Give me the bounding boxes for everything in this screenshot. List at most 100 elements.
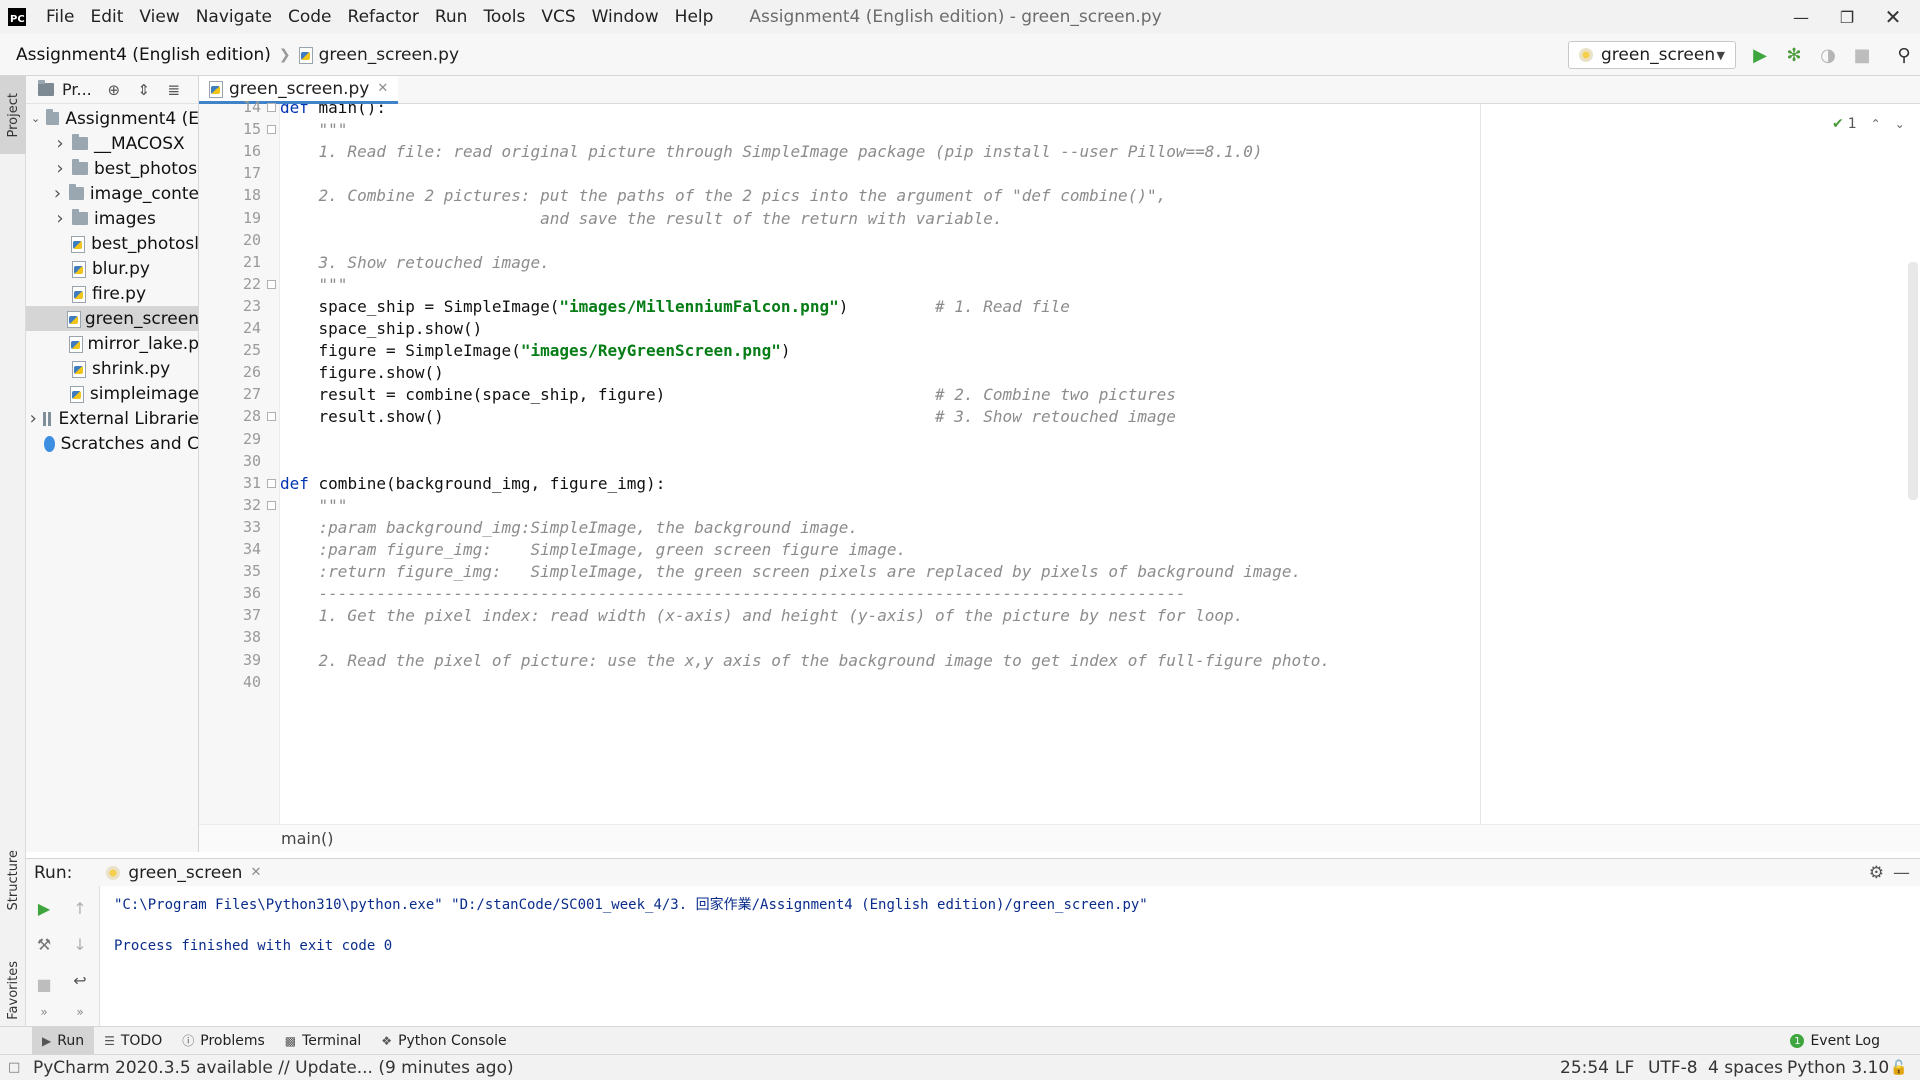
menu-code[interactable]: Code bbox=[280, 7, 340, 27]
lock-icon[interactable]: 🔓 bbox=[1890, 1055, 1907, 1081]
status-message[interactable]: PyCharm 2020.3.5 available // Update... … bbox=[33, 1058, 514, 1078]
minimize-button[interactable]: — bbox=[1778, 0, 1824, 34]
menu-edit[interactable]: Edit bbox=[82, 7, 131, 27]
breadcrumb-file[interactable]: green_screen.py bbox=[319, 45, 459, 65]
tree-item[interactable]: mirror_lake.p bbox=[26, 331, 198, 356]
python-icon bbox=[1579, 48, 1593, 62]
line-separator[interactable]: LF bbox=[1615, 1055, 1634, 1081]
tool-tab-todo[interactable]: ☰ TODO bbox=[94, 1027, 172, 1055]
expand-all-icon[interactable]: ⇕ bbox=[136, 81, 152, 99]
chevron-right-icon[interactable]: › bbox=[54, 158, 66, 179]
project-view-selector[interactable]: Pr... bbox=[62, 80, 92, 99]
soft-wrap-icon[interactable]: ↩ bbox=[70, 970, 90, 990]
run-console[interactable]: "C:\Program Files\Python310\python.exe" … bbox=[100, 886, 1920, 1026]
tree-item[interactable]: fire.py bbox=[26, 281, 198, 306]
coverage-icon[interactable]: ◑ bbox=[1818, 45, 1838, 66]
chevron-up-icon[interactable]: ⌃ bbox=[1871, 117, 1881, 131]
caret-position[interactable]: 25:54 bbox=[1560, 1055, 1609, 1081]
chevron-down-icon[interactable]: ⌄ bbox=[1895, 117, 1905, 131]
menu-view[interactable]: View bbox=[131, 7, 187, 27]
indent-setting[interactable]: 4 spaces bbox=[1708, 1055, 1783, 1081]
chevron-right-icon[interactable]: › bbox=[54, 133, 66, 154]
tree-item[interactable]: shrink.py bbox=[26, 356, 198, 381]
tree-item[interactable]: best_photosl bbox=[26, 231, 198, 256]
menu-vcs[interactable]: VCS bbox=[533, 7, 583, 27]
tool-tab-terminal[interactable]: ▩ Terminal bbox=[275, 1027, 372, 1055]
chevron-right-icon[interactable]: › bbox=[52, 183, 63, 204]
more-actions-icon[interactable]: » bbox=[70, 1002, 90, 1022]
tree-item[interactable]: › External Librarie bbox=[26, 406, 198, 431]
tree-item[interactable]: › images bbox=[26, 206, 198, 231]
menu-navigate[interactable]: Navigate bbox=[188, 7, 280, 27]
tool-tab-python-console[interactable]: ❖ Python Console bbox=[371, 1027, 516, 1055]
menu-file[interactable]: File bbox=[38, 7, 82, 27]
fold-marker-icon[interactable] bbox=[267, 279, 276, 289]
file-encoding[interactable]: UTF-8 bbox=[1648, 1055, 1698, 1081]
line-number: 23 bbox=[242, 296, 261, 315]
settings-gear-icon[interactable]: ⚙ bbox=[1869, 863, 1884, 883]
tool-tab-run[interactable]: ▶ Run bbox=[32, 1026, 95, 1055]
tree-item[interactable]: › best_photos bbox=[26, 156, 198, 181]
chevron-right-icon[interactable]: › bbox=[30, 408, 37, 429]
python-file-icon bbox=[72, 260, 86, 278]
rerun-icon[interactable]: ▶ bbox=[34, 898, 54, 918]
search-icon[interactable]: ⚲ bbox=[1894, 45, 1914, 66]
close-window-button[interactable]: ✕ bbox=[1870, 0, 1916, 34]
tree-item[interactable]: blur.py bbox=[26, 256, 198, 281]
python-interpreter[interactable]: Python 3.10 bbox=[1787, 1055, 1889, 1081]
breadcrumb-function[interactable]: main() bbox=[281, 829, 333, 848]
tree-item[interactable]: green_screen bbox=[26, 306, 198, 331]
menu-refactor[interactable]: Refactor bbox=[340, 7, 427, 27]
run-icon[interactable]: ▶ bbox=[1750, 45, 1770, 66]
toggle-tool-windows-icon[interactable]: □ bbox=[8, 1060, 20, 1075]
arrow-up-icon[interactable]: ↑ bbox=[70, 898, 90, 918]
close-tab-icon[interactable]: ✕ bbox=[250, 865, 261, 880]
fold-marker-icon[interactable] bbox=[267, 478, 276, 488]
menu-window[interactable]: Window bbox=[584, 7, 667, 27]
tree-item[interactable]: Scratches and C bbox=[26, 431, 199, 456]
close-tab-icon[interactable]: ✕ bbox=[377, 81, 388, 96]
fold-marker-icon[interactable] bbox=[267, 500, 276, 510]
tree-item[interactable]: simpleimage bbox=[26, 381, 199, 406]
tree-item[interactable]: › __MACOSX bbox=[26, 131, 198, 156]
editor-tab-label: green_screen.py bbox=[229, 78, 370, 99]
tool-tab-problems[interactable]: ⓘ Problems bbox=[172, 1027, 275, 1055]
restore-button[interactable]: ❐ bbox=[1824, 0, 1870, 34]
tree-item[interactable]: ⌄ Assignment4 (E bbox=[26, 106, 198, 131]
tree-item[interactable]: › image_conte bbox=[26, 181, 198, 206]
hide-panel-icon[interactable]: — bbox=[1893, 863, 1910, 883]
code-editor[interactable]: def main(): """ 1. Read file: read origi… bbox=[280, 104, 1920, 824]
structure-tool-tab[interactable]: Structure bbox=[0, 832, 26, 928]
more-actions-icon[interactable]: » bbox=[34, 1002, 54, 1022]
locate-icon[interactable]: ⊕ bbox=[106, 81, 122, 99]
fold-marker-icon[interactable] bbox=[267, 125, 276, 135]
breadcrumb-project[interactable]: Assignment4 (English edition) bbox=[16, 45, 271, 65]
inspection-widget[interactable]: ✔ 1 ⌃ ⌄ bbox=[1832, 116, 1905, 132]
editor-scrollbar[interactable] bbox=[1908, 262, 1918, 500]
stop-icon[interactable]: ■ bbox=[34, 974, 54, 994]
menu-help[interactable]: Help bbox=[667, 7, 722, 27]
debug-icon[interactable]: ✻ bbox=[1784, 45, 1804, 66]
tree-item-label: shrink.py bbox=[92, 358, 171, 379]
stop-icon[interactable]: ■ bbox=[1852, 45, 1872, 66]
wrench-icon[interactable]: ⚒ bbox=[34, 934, 54, 954]
tool-tab-event-log[interactable]: 1 Event Log bbox=[1790, 1027, 1880, 1055]
arrow-down-icon[interactable]: ↓ bbox=[70, 934, 90, 954]
fold-marker-icon[interactable] bbox=[267, 412, 276, 422]
collapse-all-icon[interactable]: ≣ bbox=[166, 81, 182, 99]
fold-marker-icon[interactable] bbox=[267, 103, 276, 112]
run-configuration-select[interactable]: green_screen ▼ bbox=[1568, 41, 1736, 69]
menu-run[interactable]: Run bbox=[427, 7, 476, 27]
line-number: 15 bbox=[242, 120, 261, 139]
python-icon: ❖ bbox=[381, 1033, 393, 1048]
tree-item-label: simpleimage bbox=[89, 383, 199, 404]
menu-tools[interactable]: Tools bbox=[475, 7, 533, 27]
tree-item-label: Scratches and C bbox=[60, 433, 199, 454]
chevron-down-icon[interactable]: ⌄ bbox=[31, 112, 41, 125]
library-icon bbox=[42, 411, 53, 426]
project-tool-tab[interactable]: Project bbox=[0, 76, 26, 154]
line-number-gutter: 14 15 16 17 18 19 20 21 22 23 24 25 26 27 28 29 30 31 32 33… bbox=[199, 98, 280, 824]
code-line: 2. Read the pixel of picture: use the x,… bbox=[280, 650, 1330, 670]
chevron-right-icon[interactable]: › bbox=[54, 208, 66, 229]
run-tab-green-screen[interactable]: green_screen ✕ bbox=[106, 863, 261, 883]
